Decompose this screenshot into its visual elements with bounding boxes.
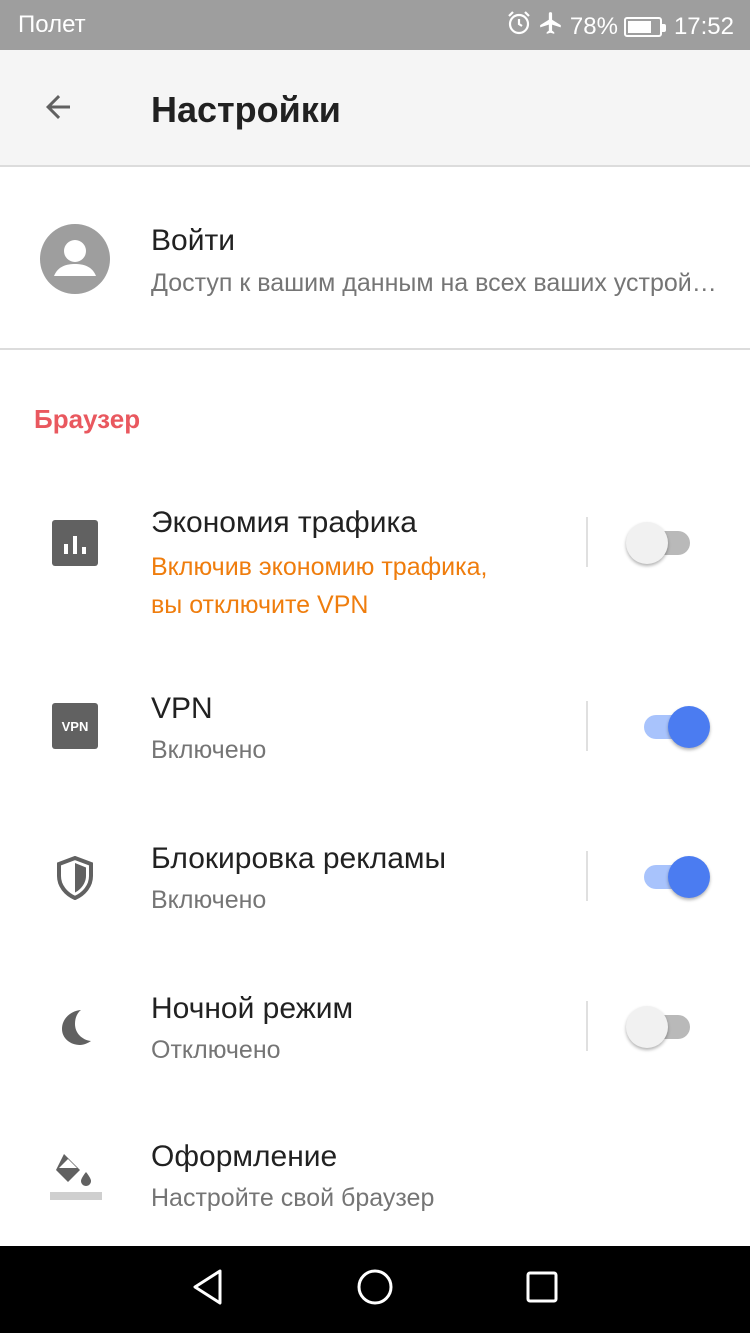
toggle-thumb (668, 706, 710, 748)
toggle-thumb (668, 856, 710, 898)
setting-title: Оформление (151, 1140, 338, 1173)
battery-fill (627, 20, 651, 33)
setting-ad-blocking[interactable]: Блокировка рекламы Включено (0, 820, 750, 940)
warning-line: вы отключите VPN (151, 591, 369, 619)
setting-title: Экономия трафика (151, 506, 417, 539)
account-avatar-icon (40, 224, 110, 294)
setting-traffic-saving[interactable]: Экономия трафика Включив экономию трафик… (0, 480, 750, 630)
page-title: Настройки (151, 89, 341, 130)
divider (586, 1001, 588, 1051)
battery-percent: 78% (569, 12, 618, 40)
login-subtitle: Доступ к вашим данным на всех ваших устр… (151, 269, 721, 297)
section-header-browser: Браузер (34, 404, 141, 434)
paint-bucket-icon (50, 1152, 102, 1200)
setting-status: Отключено (151, 1036, 281, 1064)
toggle-thumb (626, 1006, 668, 1048)
vpn-icon-label: VPN (62, 719, 89, 734)
app-bar: Настройки (0, 50, 750, 167)
setting-status: Настройте свой браузер (151, 1184, 435, 1212)
setting-title: Ночной режим (151, 992, 354, 1025)
status-icons: 78% 17:52 (500, 10, 734, 43)
toggle-thumb (626, 522, 668, 564)
traffic-saving-toggle[interactable] (622, 520, 706, 566)
divider (586, 701, 588, 751)
night-mode-toggle[interactable] (622, 1004, 706, 1050)
setting-appearance[interactable]: Оформление Настройте свой браузер (0, 1120, 750, 1240)
login-row[interactable]: Войти Доступ к вашим данным на всех ваши… (0, 169, 750, 350)
battery-icon (623, 16, 666, 37)
home-circle-icon (356, 1268, 394, 1311)
back-button[interactable] (30, 86, 86, 132)
setting-status: Включено (151, 736, 267, 764)
vpn-icon: VPN (52, 703, 98, 749)
setting-warning: Включив экономию трафика, вы отключите V… (151, 548, 487, 624)
divider (586, 517, 588, 567)
divider (586, 851, 588, 901)
ad-blocking-toggle[interactable] (626, 854, 710, 900)
back-triangle-icon (190, 1268, 226, 1311)
alarm-icon (506, 10, 532, 43)
clock: 17:52 (673, 12, 734, 40)
carrier-label: Полет (18, 11, 86, 38)
arrow-back-icon (40, 89, 76, 130)
moon-icon (52, 1004, 98, 1050)
shield-icon (52, 855, 98, 901)
warning-line: Включив экономию трафика, (151, 553, 488, 581)
airplane-icon (538, 10, 564, 43)
setting-title: Блокировка рекламы (151, 842, 447, 875)
system-nav-bar (0, 1246, 750, 1333)
bar-chart-icon (52, 520, 98, 566)
nav-back-button[interactable] (188, 1269, 228, 1309)
nav-recents-button[interactable] (522, 1269, 562, 1309)
status-bar: Полет 78% 17:52 (0, 0, 750, 50)
vpn-toggle[interactable] (626, 704, 710, 750)
setting-vpn[interactable]: VPN VPN Включено (0, 670, 750, 790)
login-title: Войти (151, 224, 235, 257)
setting-title: VPN (151, 692, 213, 725)
recents-square-icon (525, 1270, 559, 1309)
setting-status: Включено (151, 886, 267, 914)
nav-home-button[interactable] (355, 1269, 395, 1309)
setting-night-mode[interactable]: Ночной режим Отключено (0, 970, 750, 1090)
